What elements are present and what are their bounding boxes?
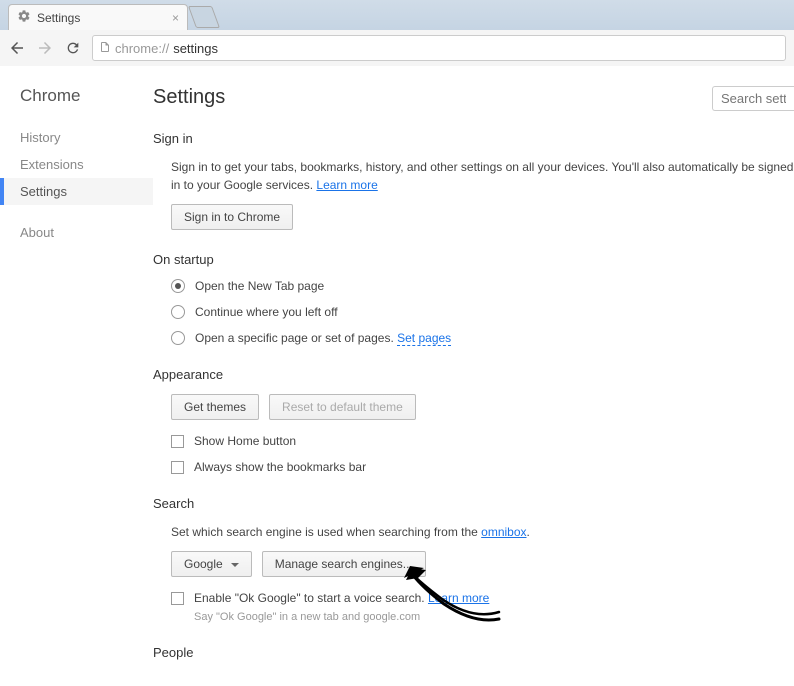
signin-learn-more-link[interactable]: Learn more <box>316 178 377 192</box>
radio-icon <box>171 331 185 345</box>
startup-option-newtab[interactable]: Open the New Tab page <box>171 279 794 293</box>
startup-title: On startup <box>153 252 794 267</box>
omnibox-link[interactable]: omnibox <box>481 525 526 539</box>
sidebar-item-about[interactable]: About <box>0 219 153 246</box>
url-path: settings <box>173 41 218 56</box>
reset-theme-button[interactable]: Reset to default theme <box>269 394 416 420</box>
section-appearance: Appearance Get themes Reset to default t… <box>153 367 794 474</box>
tab-settings[interactable]: Settings × <box>8 4 188 30</box>
browser-chrome: Settings × chrome:// settings <box>0 0 794 66</box>
startup-option-specific[interactable]: Open a specific page or set of pages. Se… <box>171 331 794 345</box>
appearance-title: Appearance <box>153 367 794 382</box>
checkbox-icon <box>171 435 184 448</box>
section-people: People <box>153 645 794 660</box>
page-icon <box>99 40 111 57</box>
page-title: Settings <box>153 86 794 109</box>
url-bar[interactable]: chrome:// settings <box>92 35 786 61</box>
checkbox-icon <box>171 461 184 474</box>
checkbox-icon <box>171 592 184 605</box>
back-button[interactable] <box>8 39 26 57</box>
radio-icon <box>171 305 185 319</box>
reload-button[interactable] <box>64 39 82 57</box>
gear-icon <box>17 9 31 26</box>
people-title: People <box>153 645 794 660</box>
startup-option-continue[interactable]: Continue where you left off <box>171 305 794 319</box>
signin-button[interactable]: Sign in to Chrome <box>171 204 293 230</box>
sidebar-item-extensions[interactable]: Extensions <box>0 151 153 178</box>
signin-text: Sign in to get your tabs, bookmarks, his… <box>171 158 794 194</box>
manage-search-engines-button[interactable]: Manage search engines... <box>262 551 426 577</box>
ok-google-learn-more-link[interactable]: Learn more <box>428 591 489 605</box>
ok-google-hint: Say "Ok Google" in a new tab and google.… <box>194 611 794 623</box>
forward-button[interactable] <box>36 39 54 57</box>
tab-bar: Settings × <box>0 0 794 30</box>
sidebar-item-settings[interactable]: Settings <box>0 178 153 205</box>
sidebar-title: Chrome <box>0 86 153 106</box>
close-icon[interactable]: × <box>172 11 179 25</box>
search-input[interactable] <box>712 86 794 111</box>
sidebar: Chrome History Extensions Settings About <box>0 66 153 686</box>
get-themes-button[interactable]: Get themes <box>171 394 259 420</box>
section-startup: On startup Open the New Tab page Continu… <box>153 252 794 345</box>
show-bookmarks-checkbox[interactable]: Always show the bookmarks bar <box>171 460 794 474</box>
signin-title: Sign in <box>153 131 794 146</box>
nav-bar: chrome:// settings <box>0 30 794 66</box>
new-tab-button[interactable] <box>188 6 220 28</box>
search-text: Set which search engine is used when sea… <box>171 523 794 541</box>
radio-icon <box>171 279 185 293</box>
show-home-checkbox[interactable]: Show Home button <box>171 434 794 448</box>
set-pages-link[interactable]: Set pages <box>397 331 451 346</box>
main-content: Settings Sign in Sign in to get your tab… <box>153 66 794 686</box>
section-signin: Sign in Sign in to get your tabs, bookma… <box>153 131 794 230</box>
url-prefix: chrome:// <box>115 41 169 56</box>
tab-title: Settings <box>37 11 80 25</box>
ok-google-checkbox[interactable]: Enable "Ok Google" to start a voice sear… <box>171 591 794 605</box>
search-engine-dropdown[interactable]: Google <box>171 551 252 577</box>
section-search: Search Set which search engine is used w… <box>153 496 794 623</box>
search-title: Search <box>153 496 794 511</box>
sidebar-item-history[interactable]: History <box>0 124 153 151</box>
